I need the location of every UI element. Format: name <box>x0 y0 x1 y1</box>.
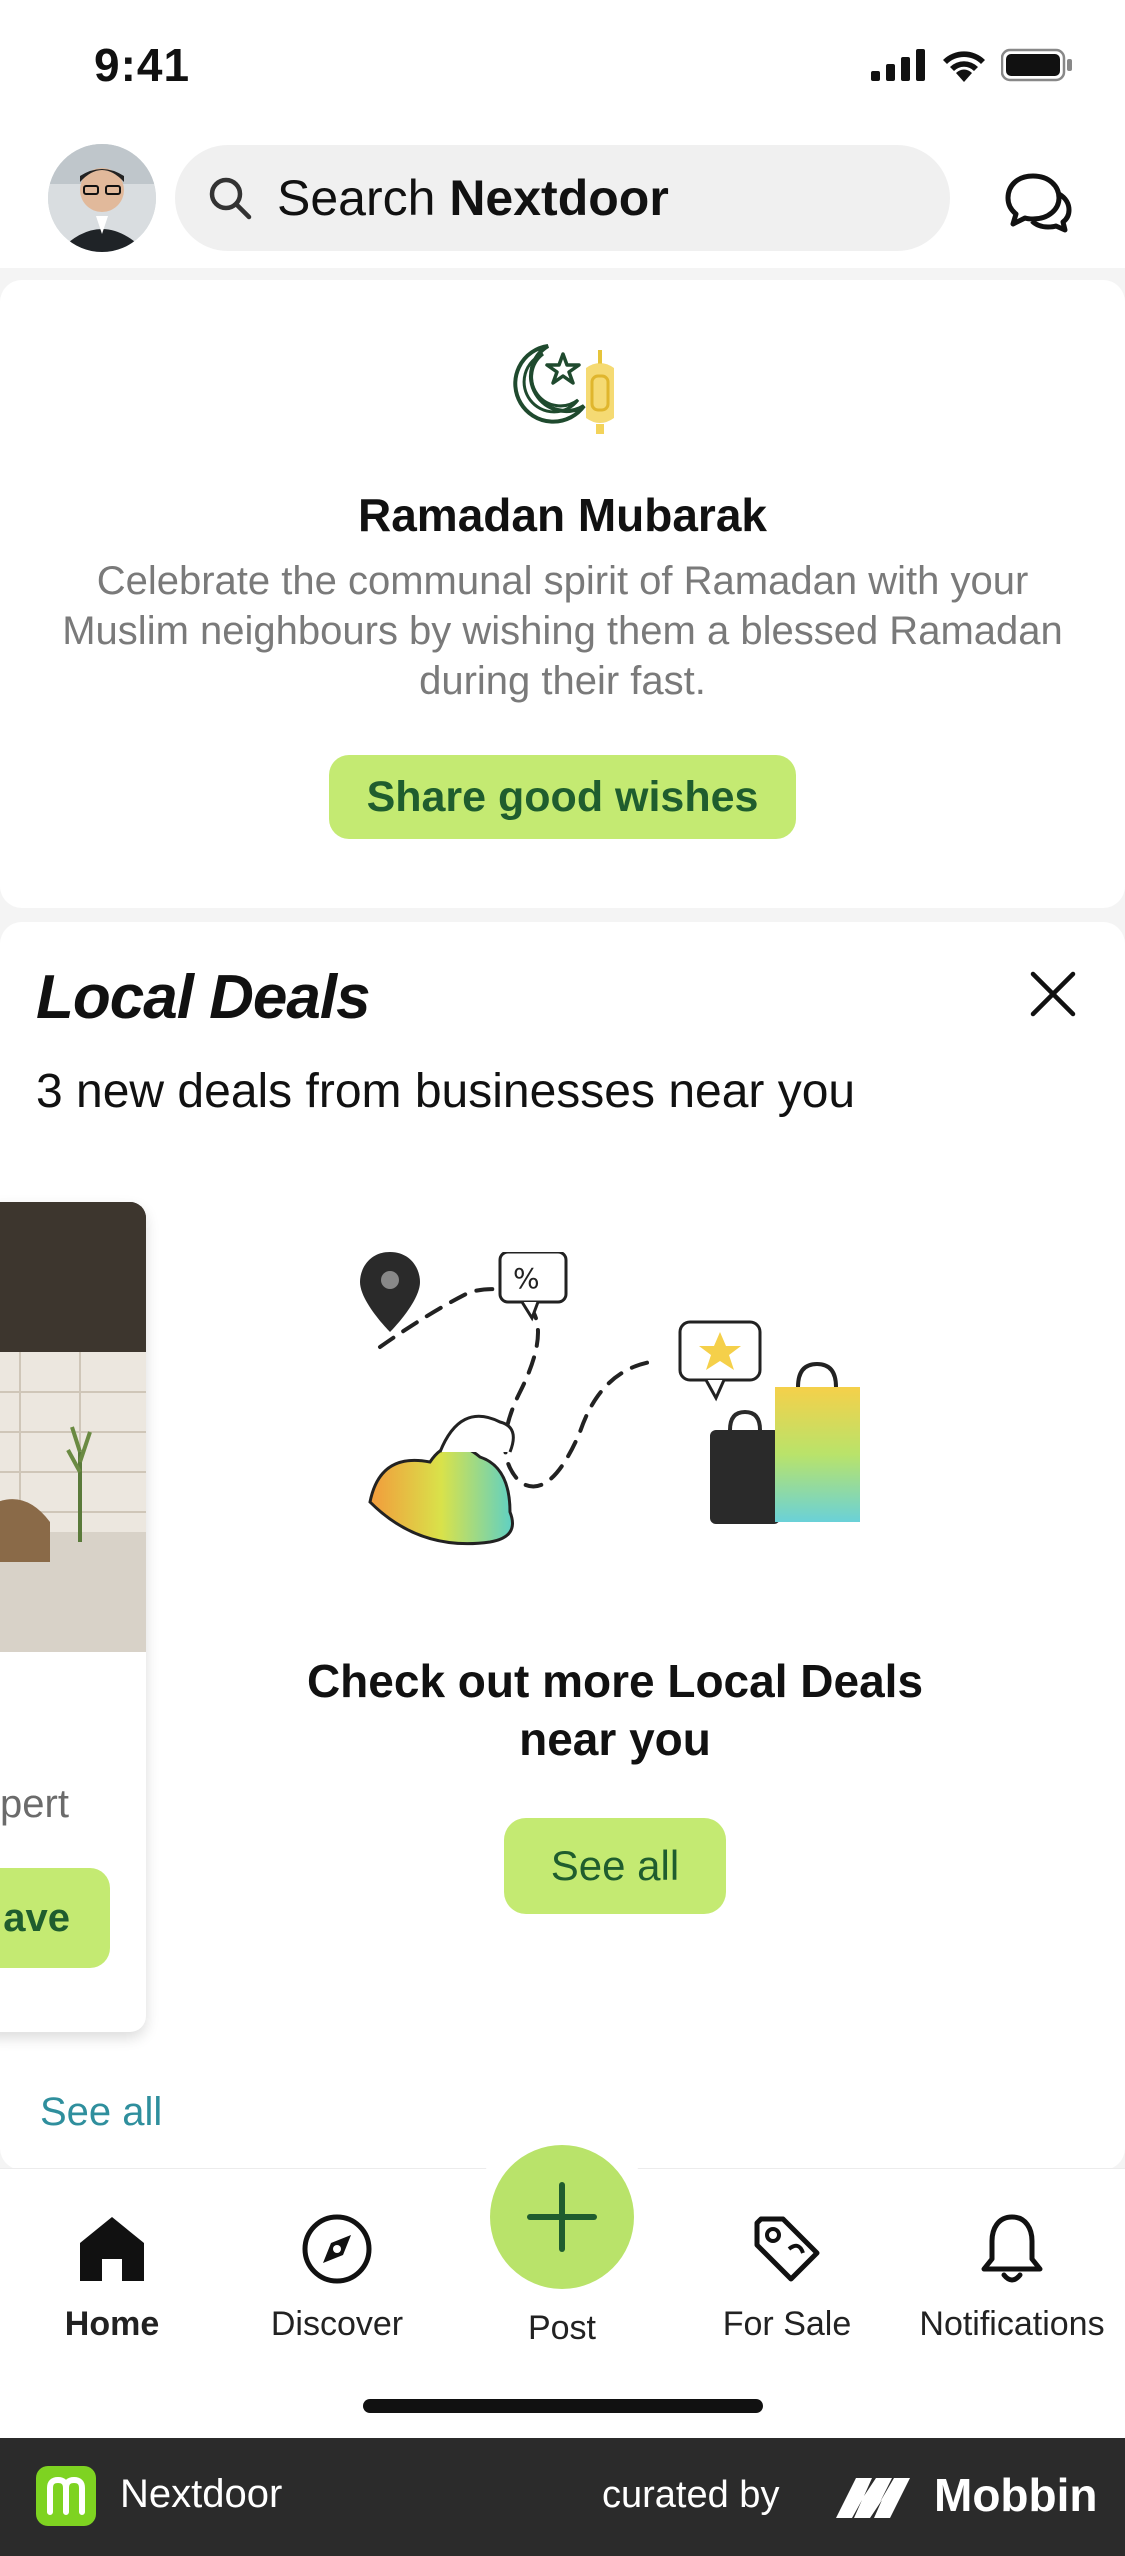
avatar[interactable] <box>48 144 156 252</box>
nav-discover[interactable]: Discover <box>227 2189 447 2344</box>
svg-text:%: % <box>513 1262 540 1295</box>
bell-icon <box>981 2214 1043 2283</box>
nav-label-discover: Discover <box>270 2305 404 2343</box>
mobbin-brand: Mobbin <box>934 2469 1098 2521</box>
status-time: 9:41 <box>94 39 191 91</box>
nav-notifications[interactable]: Notifications <box>902 2189 1122 2344</box>
tag-icon <box>754 2216 820 2282</box>
status-bar: 9:41 <box>0 0 1125 140</box>
local-deals-title: Local Deals <box>36 963 371 1032</box>
nav-label-notifications: Notifications <box>919 2305 1105 2343</box>
search-bar[interactable]: Search Nextdoor <box>175 145 950 251</box>
deal-photo <box>0 1202 146 1652</box>
search-icon <box>209 177 252 220</box>
plus-icon <box>527 2182 597 2252</box>
share-good-wishes-button[interactable]: Share good wishes <box>329 755 796 839</box>
local-deals-card: Local Deals 3 new deals from businesses … <box>0 922 1125 2170</box>
more-deals-text: Check out more Local Deals near you <box>306 1655 924 1765</box>
see-all-button[interactable]: See all <box>504 1818 726 1914</box>
chat-bubbles-icon[interactable] <box>1003 168 1073 238</box>
cellular-signal-icon <box>871 49 925 81</box>
compass-icon <box>302 2214 372 2284</box>
bottom-navigation: Home Discover Post For Sale Notification… <box>0 2127 1125 2439</box>
ramadan-description: Celebrate the communal spirit of Ramadan… <box>62 559 1063 703</box>
status-icons <box>871 48 1073 82</box>
mobbin-logo-icon <box>836 2478 910 2518</box>
deal-save-button[interactable]: ave <box>0 1868 110 1968</box>
curated-by-text: curated by <box>602 2474 780 2516</box>
nav-label-for-sale: For Sale <box>722 2305 852 2343</box>
top-header: Search Nextdoor <box>0 140 1125 268</box>
footer-app-name: Nextdoor <box>120 2472 283 2516</box>
search-prefix: Search <box>277 170 450 226</box>
footer-bar: Nextdoor curated by Mobbin <box>0 2438 1125 2556</box>
nextdoor-logo-glyph <box>47 2476 85 2515</box>
nav-for-sale[interactable]: For Sale <box>677 2189 897 2344</box>
nav-home[interactable]: Home <box>2 2189 222 2344</box>
nextdoor-logo <box>36 2466 96 2526</box>
nav-label-home: Home <box>64 2305 160 2343</box>
see-all-link[interactable]: See all <box>40 2090 162 2135</box>
home-icon <box>80 2217 144 2281</box>
ramadan-card: Ramadan Mubarak Celebrate the communal s… <box>0 280 1125 908</box>
profile-photo <box>48 144 156 252</box>
local-deals-illustration: % <box>360 1252 860 1546</box>
crescent-lantern-icon <box>513 344 614 434</box>
home-indicator <box>363 2399 763 2413</box>
wifi-icon <box>943 51 985 82</box>
battery-icon <box>1001 48 1072 82</box>
ramadan-title: Ramadan Mubarak <box>357 489 767 541</box>
search-placeholder: Search Nextdoor <box>277 169 669 227</box>
search-brand: Nextdoor <box>449 170 669 226</box>
nav-label-post: Post <box>527 2309 597 2347</box>
post-button[interactable] <box>490 2145 634 2289</box>
deal-card-text: xpert <box>0 1782 69 1826</box>
local-deals-subtitle: 3 new deals from businesses near you <box>36 1065 856 1118</box>
close-icon[interactable] <box>1023 964 1083 1024</box>
deal-card[interactable]: xpert ave <box>0 1202 146 2032</box>
